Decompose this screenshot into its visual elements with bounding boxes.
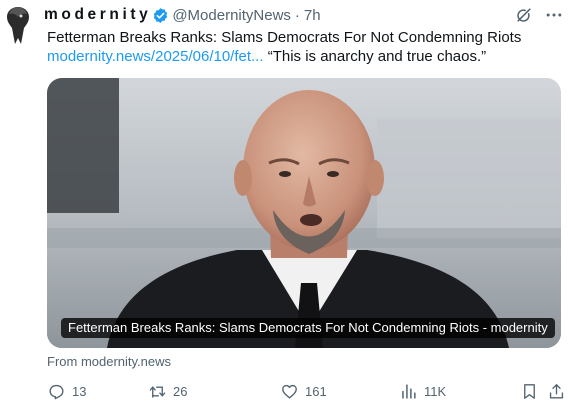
views-count: 11K [424,384,447,399]
post-link-line: modernity.news/2025/06/10/fet... “This i… [47,47,567,66]
reply-count: 13 [72,384,87,399]
post-text: Fetterman Breaks Ranks: Slams Democrats … [47,28,567,66]
header-actions [514,5,564,25]
bookmark-button[interactable] [520,382,539,401]
card-source[interactable]: From modernity.news [47,354,171,369]
like-count: 161 [305,384,327,399]
post-headline: Fetterman Breaks Ranks: Slams Democrats … [47,29,522,46]
verified-badge-icon [152,7,169,24]
more-icon[interactable] [544,5,564,25]
repost-count: 26 [173,384,188,399]
repost-button[interactable]: 26 [148,382,187,401]
reply-icon [49,384,64,400]
separator-dot: · [294,6,300,24]
reply-button[interactable]: 13 [47,382,86,401]
card-caption: Fetterman Breaks Ranks: Slams Democrats … [61,318,555,338]
grok-icon[interactable] [514,5,534,25]
article-link[interactable]: modernity.news/2025/06/10/fet... [47,48,264,65]
repost-icon [149,386,166,398]
timestamp[interactable]: 7h [304,7,321,24]
heart-icon [282,384,297,399]
bookmark-icon [524,384,535,399]
handle[interactable]: @ModernityNews [172,7,291,24]
avatar[interactable] [4,4,32,46]
article-photo [47,78,561,348]
share-button[interactable] [547,382,566,401]
share-icon [549,384,564,399]
post-header: modernity @ModernityNews · 7h [44,4,564,26]
post-quote: “This is anarchy and true chaos.” [267,48,487,65]
link-card[interactable]: Fetterman Breaks Ranks: Slams Democrats … [47,78,561,348]
views-icon [402,384,416,399]
crow-logo-icon [7,7,29,44]
views-button[interactable]: 11K [399,382,446,401]
display-name[interactable]: modernity [44,6,151,24]
action-bar: 13 26 161 11K [47,382,567,406]
like-button[interactable]: 161 [280,382,327,401]
